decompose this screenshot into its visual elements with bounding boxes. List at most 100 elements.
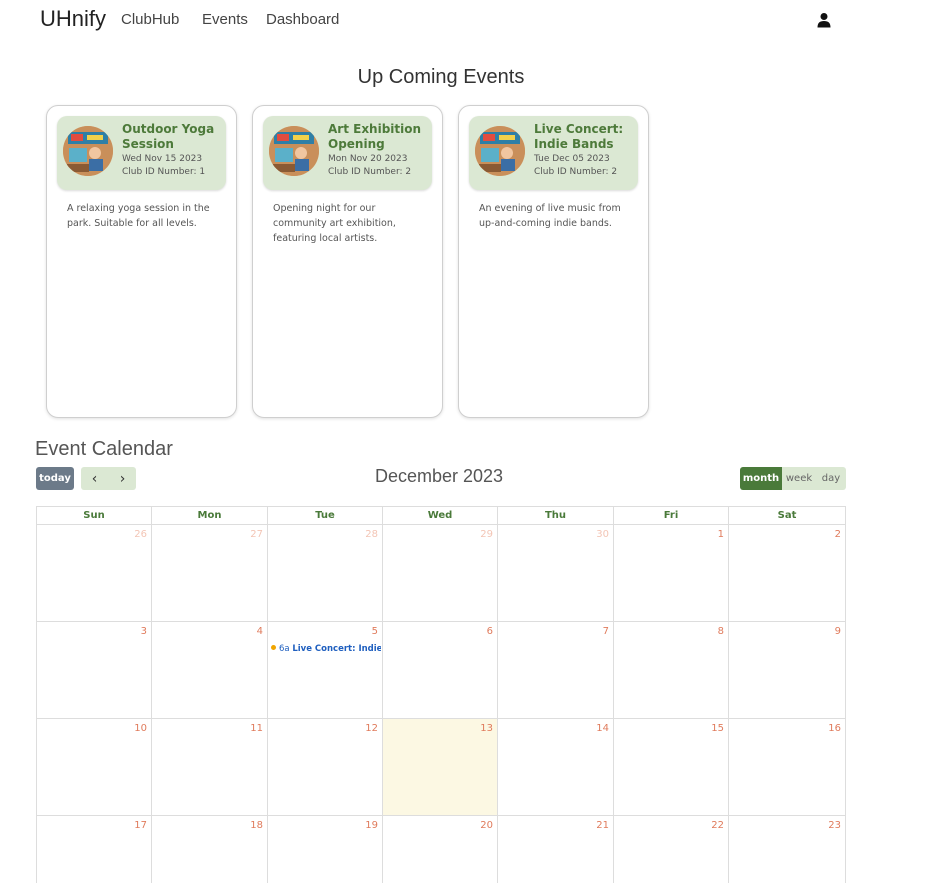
event-card-header: Outdoor Yoga Session Wed Nov 15 2023 Clu… (57, 116, 226, 190)
day-number: 18 (250, 820, 263, 831)
calendar-event[interactable]: 6a Live Concert: Indie Ban (271, 644, 381, 658)
calendar-day-cell[interactable]: 16 (729, 719, 846, 816)
day-number: 20 (480, 820, 493, 831)
calendar-day-cell[interactable]: 23 (729, 816, 846, 883)
day-number: 27 (250, 529, 263, 540)
day-number: 26 (134, 529, 147, 540)
day-number: 8 (717, 626, 724, 637)
view-month-button[interactable]: month (740, 467, 782, 490)
event-time: 6a (279, 644, 293, 654)
calendar-day-cell[interactable]: 2 (729, 525, 846, 622)
day-number: 22 (711, 820, 724, 831)
event-card[interactable]: Outdoor Yoga Session Wed Nov 15 2023 Clu… (46, 105, 237, 418)
day-number: 15 (711, 723, 724, 734)
club-avatar (269, 126, 319, 176)
nav-link-clubhub[interactable]: ClubHub (121, 11, 179, 28)
navbar: UHnify ClubHub Events Dashboard (0, 0, 946, 42)
nav-link-events[interactable]: Events (202, 11, 248, 28)
day-number: 4 (256, 626, 263, 637)
calendar-day-cell[interactable]: 17 (37, 816, 152, 883)
day-number: 21 (596, 820, 609, 831)
event-title: Art Exhibition Opening (328, 122, 422, 151)
day-number: 6 (486, 626, 493, 637)
event-date: Tue Dec 05 2023 (534, 154, 610, 164)
day-number: 1 (717, 529, 724, 540)
calendar-day-cell[interactable]: 7 (498, 622, 614, 719)
weekday-header: Sat (729, 507, 846, 525)
day-number: 13 (480, 723, 493, 734)
calendar-day-cell[interactable]: 14 (498, 719, 614, 816)
day-number: 10 (134, 723, 147, 734)
event-card-header: Art Exhibition Opening Mon Nov 20 2023 C… (263, 116, 432, 190)
day-number: 11 (250, 723, 263, 734)
event-card[interactable]: Art Exhibition Opening Mon Nov 20 2023 C… (252, 105, 443, 418)
calendar-view-group: month week day (740, 467, 846, 490)
calendar-day-cell[interactable]: 21 (498, 816, 614, 883)
event-club-id: Club ID Number: 2 (534, 167, 618, 177)
day-number: 23 (828, 820, 841, 831)
calendar-day-cell[interactable]: 12 (268, 719, 383, 816)
calendar-day-cell[interactable]: 18 (152, 816, 268, 883)
event-dot-icon (271, 645, 276, 650)
day-number: 28 (365, 529, 378, 540)
calendar-day-cell[interactable]: 10 (37, 719, 152, 816)
view-day-button[interactable]: day (816, 467, 846, 490)
club-avatar (475, 126, 525, 176)
calendar-day-cell[interactable]: 29 (383, 525, 498, 622)
club-avatar (63, 126, 113, 176)
upcoming-events-title: Up Coming Events (357, 66, 525, 88)
calendar-day-cell[interactable]: 22 (614, 816, 729, 883)
event-title: Live Concert: Indie Bands (534, 122, 624, 151)
day-number: 19 (365, 820, 378, 831)
calendar-day-cell[interactable]: 19 (268, 816, 383, 883)
event-label: Live Concert: Indie Ban (292, 644, 381, 654)
day-number: 7 (602, 626, 609, 637)
day-number: 30 (596, 529, 609, 540)
calendar-day-cell[interactable]: 28 (268, 525, 383, 622)
calendar-day-cell[interactable]: 13 (383, 719, 498, 816)
event-description: An evening of live music from up-and-com… (479, 203, 621, 229)
calendar-day-cell[interactable]: 9 (729, 622, 846, 719)
day-number: 14 (596, 723, 609, 734)
view-week-button[interactable]: week (782, 467, 816, 490)
event-description: Opening night for our community art exhi… (273, 203, 396, 244)
weekday-header: Wed (383, 507, 498, 525)
calendar-day-cell[interactable]: 26 (37, 525, 152, 622)
day-number: 17 (134, 820, 147, 831)
calendar-day-cell[interactable]: 6 (383, 622, 498, 719)
calendar-day-cell[interactable]: 4 (152, 622, 268, 719)
day-number: 29 (480, 529, 493, 540)
calendar-day-cell[interactable]: 8 (614, 622, 729, 719)
weekday-header: Sun (37, 507, 152, 525)
day-number: 12 (365, 723, 378, 734)
calendar-day-cell[interactable]: 11 (152, 719, 268, 816)
day-number: 5 (371, 626, 378, 637)
event-club-id: Club ID Number: 1 (122, 167, 206, 177)
calendar-day-cell[interactable]: 20 (383, 816, 498, 883)
event-date: Wed Nov 15 2023 (122, 154, 203, 164)
day-number: 9 (834, 626, 841, 637)
calendar-grid: Sun Mon Tue Wed Thu Fri Sat 26 27 28 29 30 1 2 3 4 5 6a L… (36, 506, 846, 883)
day-number: 2 (834, 529, 841, 540)
event-date: Mon Nov 20 2023 (328, 154, 408, 164)
calendar-day-cell[interactable]: 15 (614, 719, 729, 816)
event-description: A relaxing yoga session in the park. Sui… (67, 203, 210, 229)
calendar-day-cell[interactable]: 3 (37, 622, 152, 719)
nav-link-dashboard[interactable]: Dashboard (266, 11, 339, 28)
event-card[interactable]: Live Concert: Indie Bands Tue Dec 05 202… (458, 105, 649, 418)
event-title: Outdoor Yoga Session (122, 122, 215, 151)
day-number: 3 (140, 626, 147, 637)
event-calendar-title: Event Calendar (35, 438, 173, 460)
calendar-day-cell[interactable]: 1 (614, 525, 729, 622)
calendar-day-cell[interactable]: 27 (152, 525, 268, 622)
user-icon[interactable] (816, 12, 832, 28)
weekday-header: Mon (152, 507, 268, 525)
day-number: 16 (828, 723, 841, 734)
weekday-header: Fri (614, 507, 729, 525)
event-club-id: Club ID Number: 2 (328, 167, 412, 177)
calendar-day-cell[interactable]: 5 6a Live Concert: Indie Ban (268, 622, 383, 719)
calendar-day-cell[interactable]: 30 (498, 525, 614, 622)
weekday-header: Tue (268, 507, 383, 525)
brand-logo[interactable]: UHnify (40, 6, 106, 32)
event-card-header: Live Concert: Indie Bands Tue Dec 05 202… (469, 116, 638, 190)
